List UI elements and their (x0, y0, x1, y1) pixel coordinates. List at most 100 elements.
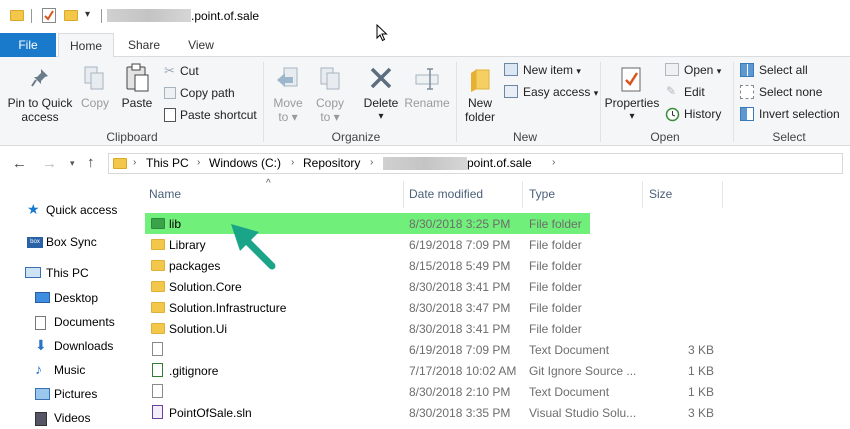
copy-icon (84, 66, 104, 90)
open-group-label: Open (650, 130, 680, 144)
nav-item-this-pc[interactable]: This PC (22, 264, 133, 284)
file-name: lib (169, 217, 182, 231)
nav-item-label: This PC (46, 266, 89, 280)
edit-button[interactable]: ✎ Edit (664, 84, 734, 102)
nav-item-videos[interactable]: Videos (32, 409, 141, 429)
up-arrow-icon[interactable]: ↑ (87, 154, 95, 171)
file-name: Solution.Core (169, 280, 242, 294)
recent-locations-dropdown-icon[interactable]: ▾ (70, 158, 75, 169)
paste-button[interactable]: Paste (118, 63, 156, 125)
select-all-button[interactable]: Select all (739, 62, 839, 80)
edit-label: Edit (684, 85, 705, 99)
nav-item-documents[interactable]: Documents (32, 313, 141, 333)
new-group-label: New (512, 130, 537, 144)
copy-to-button[interactable]: Copy to ▾ (312, 63, 348, 125)
delete-x-icon (370, 67, 392, 89)
tab-home[interactable]: Home (58, 33, 114, 58)
properties-button[interactable]: Properties ▾ (604, 63, 660, 125)
nav-item-pictures[interactable]: Pictures (32, 385, 141, 405)
tab-view[interactable]: View (176, 33, 226, 57)
select-none-button[interactable]: Select none (739, 84, 839, 102)
select-all-icon (740, 63, 754, 77)
nav-item-downloads[interactable]: ⬇ Downloads (32, 337, 141, 357)
open-text: Open (684, 63, 714, 77)
file-row[interactable] (145, 234, 590, 255)
easy-access-button[interactable]: Easy access ▾ (503, 84, 598, 102)
properties-qat-icon[interactable] (42, 8, 56, 23)
documents-icon (35, 316, 46, 330)
move-to-text: to (278, 110, 289, 124)
forward-arrow-icon[interactable]: → (42, 155, 57, 172)
column-header-name[interactable]: Name (149, 187, 181, 201)
nav-item-label: Documents (54, 315, 115, 329)
properties-dropdown-arrow-icon[interactable]: ▾ (604, 110, 660, 123)
copy-button[interactable]: Copy (78, 63, 112, 125)
file-type: Visual Studio Solu... (529, 406, 637, 420)
chevron-right-icon[interactable]: › (291, 157, 294, 168)
file-date: 8/30/2018 3:25 PM (409, 217, 511, 231)
rename-icon (415, 68, 439, 90)
new-item-button[interactable]: New item ▾ (503, 62, 593, 80)
folder-icon (10, 10, 24, 21)
music-icon: ♪ (35, 361, 42, 377)
file-date: 8/30/2018 3:47 PM (409, 301, 511, 315)
chevron-right-icon[interactable]: › (133, 157, 136, 168)
invert-selection-button[interactable]: Invert selection (739, 106, 847, 124)
nav-item-quick-access[interactable]: ★ Quick access (24, 201, 133, 221)
customize-qat-icon[interactable]: ▾ (85, 9, 90, 20)
new-item-dropdown-icon: ▾ (576, 66, 581, 76)
chevron-right-icon[interactable]: › (552, 157, 555, 168)
file-row[interactable] (145, 381, 590, 402)
pin-to-quick-access-button[interactable]: Pin to Quick access (6, 63, 72, 125)
column-header-date[interactable]: Date modified (409, 187, 483, 201)
rename-label: Rename (404, 96, 450, 110)
column-separator[interactable] (642, 181, 643, 208)
chevron-right-icon[interactable]: › (197, 157, 200, 168)
group-separator (733, 62, 734, 142)
nav-item-desktop[interactable]: Desktop (32, 289, 141, 309)
tab-share[interactable]: Share (118, 33, 170, 57)
copy-to-label: Copy (315, 96, 344, 110)
column-header-type[interactable]: Type (529, 187, 555, 201)
tab-file[interactable]: File (0, 33, 56, 57)
column-header-size[interactable]: Size (649, 187, 672, 201)
breadcrumb-windows-c[interactable]: Windows (C:) (209, 156, 281, 170)
breadcrumb-current[interactable]: point.of.sale (467, 156, 532, 170)
cut-button[interactable]: ✂ Cut (162, 63, 242, 81)
redacted-path (383, 157, 467, 170)
paste-shortcut-button[interactable]: Paste shortcut (162, 107, 260, 125)
file-name: Library (169, 238, 206, 252)
back-arrow-icon[interactable]: ← (12, 155, 27, 172)
file-type: File folder (529, 301, 582, 315)
file-name: Solution.Ui (169, 322, 228, 336)
nav-item-label: Box Sync (46, 235, 97, 249)
chevron-right-icon[interactable]: › (370, 157, 373, 168)
organize-group-label: Organize (331, 130, 381, 144)
column-separator[interactable] (403, 181, 404, 208)
folder-icon (151, 218, 165, 229)
move-to-button[interactable]: Move to ▾ (270, 63, 306, 125)
paste-icon (126, 63, 149, 92)
breadcrumb-this-pc[interactable]: This PC (146, 156, 189, 170)
properties-label: Properties (604, 96, 660, 110)
file-date: 8/30/2018 3:41 PM (409, 280, 511, 294)
rename-button[interactable]: Rename (404, 63, 450, 125)
file-type: File folder (529, 217, 582, 231)
file-name: PointOfSale.sln (169, 406, 252, 420)
history-button[interactable]: History (664, 106, 734, 124)
copy-path-button[interactable]: Copy path (162, 85, 252, 103)
delete-button[interactable]: Delete ▾ (360, 63, 402, 125)
delete-dropdown-arrow-icon[interactable]: ▾ (360, 110, 402, 123)
file-row[interactable] (145, 213, 590, 234)
breadcrumb-repository[interactable]: Repository (303, 156, 360, 170)
nav-item-box-sync[interactable]: box Box Sync (24, 233, 133, 253)
pin-icon (31, 69, 48, 87)
file-size: 3 KB (687, 406, 714, 420)
column-separator[interactable] (522, 181, 523, 208)
file-row[interactable] (145, 339, 590, 360)
column-separator[interactable] (722, 181, 723, 208)
open-button[interactable]: Open ▾ (664, 62, 734, 80)
new-folder-button[interactable]: New folder (460, 63, 500, 125)
new-folder-qat-icon[interactable] (64, 10, 78, 21)
nav-item-music[interactable]: ♪ Music (32, 361, 141, 381)
